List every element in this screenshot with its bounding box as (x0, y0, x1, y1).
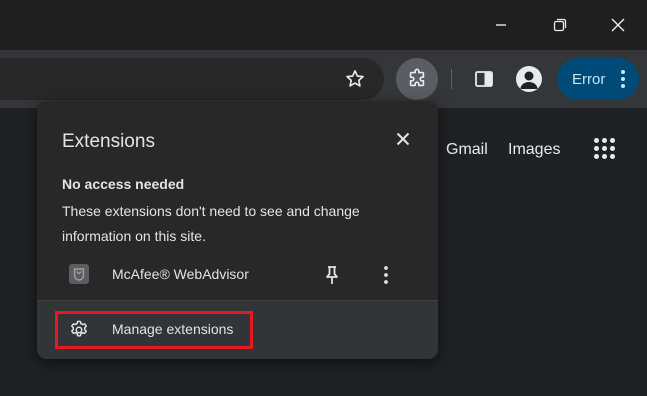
side-panel-button[interactable] (463, 58, 505, 100)
extensions-popup: Extensions No access needed These extens… (37, 101, 438, 359)
section-title: No access needed (62, 176, 185, 192)
extensions-puzzle-icon (409, 68, 425, 87)
profile-icon (520, 71, 538, 89)
section-description: These extensions don't need to see and c… (62, 203, 360, 244)
extension-name: McAfee® WebAdvisor (112, 266, 249, 282)
error-label: Error (572, 70, 606, 88)
close-icon (611, 18, 625, 32)
error-menu-button[interactable]: Error (557, 58, 639, 100)
browser-toolbar: Error (0, 50, 647, 108)
more-vert-icon[interactable] (378, 263, 394, 287)
manage-extensions-row[interactable]: Manage extensions (37, 301, 438, 359)
images-link[interactable]: Images (508, 141, 560, 159)
side-panel-icon (475, 71, 493, 87)
restore-button[interactable] (537, 5, 583, 45)
manage-extensions-label: Manage extensions (112, 321, 234, 337)
close-icon (396, 132, 410, 146)
extensions-button[interactable] (396, 58, 438, 100)
apps-grid-icon[interactable] (594, 138, 616, 160)
address-bar[interactable] (0, 58, 384, 100)
gear-icon (71, 320, 87, 337)
restore-icon (553, 18, 567, 32)
star-icon[interactable] (344, 68, 366, 90)
popup-title: Extensions (62, 131, 155, 152)
minimize-icon (496, 24, 506, 26)
pin-icon[interactable] (321, 263, 343, 287)
more-vert-icon (621, 70, 625, 88)
close-window-button[interactable] (595, 5, 641, 45)
mcafee-icon (69, 264, 89, 284)
close-popup-button[interactable] (391, 127, 415, 151)
extension-row[interactable]: McAfee® WebAdvisor (37, 258, 438, 298)
minimize-button[interactable] (478, 5, 524, 45)
title-bar (0, 0, 647, 50)
toolbar-separator (451, 69, 452, 89)
profile-avatar[interactable] (516, 66, 542, 92)
gmail-link[interactable]: Gmail (446, 141, 488, 159)
